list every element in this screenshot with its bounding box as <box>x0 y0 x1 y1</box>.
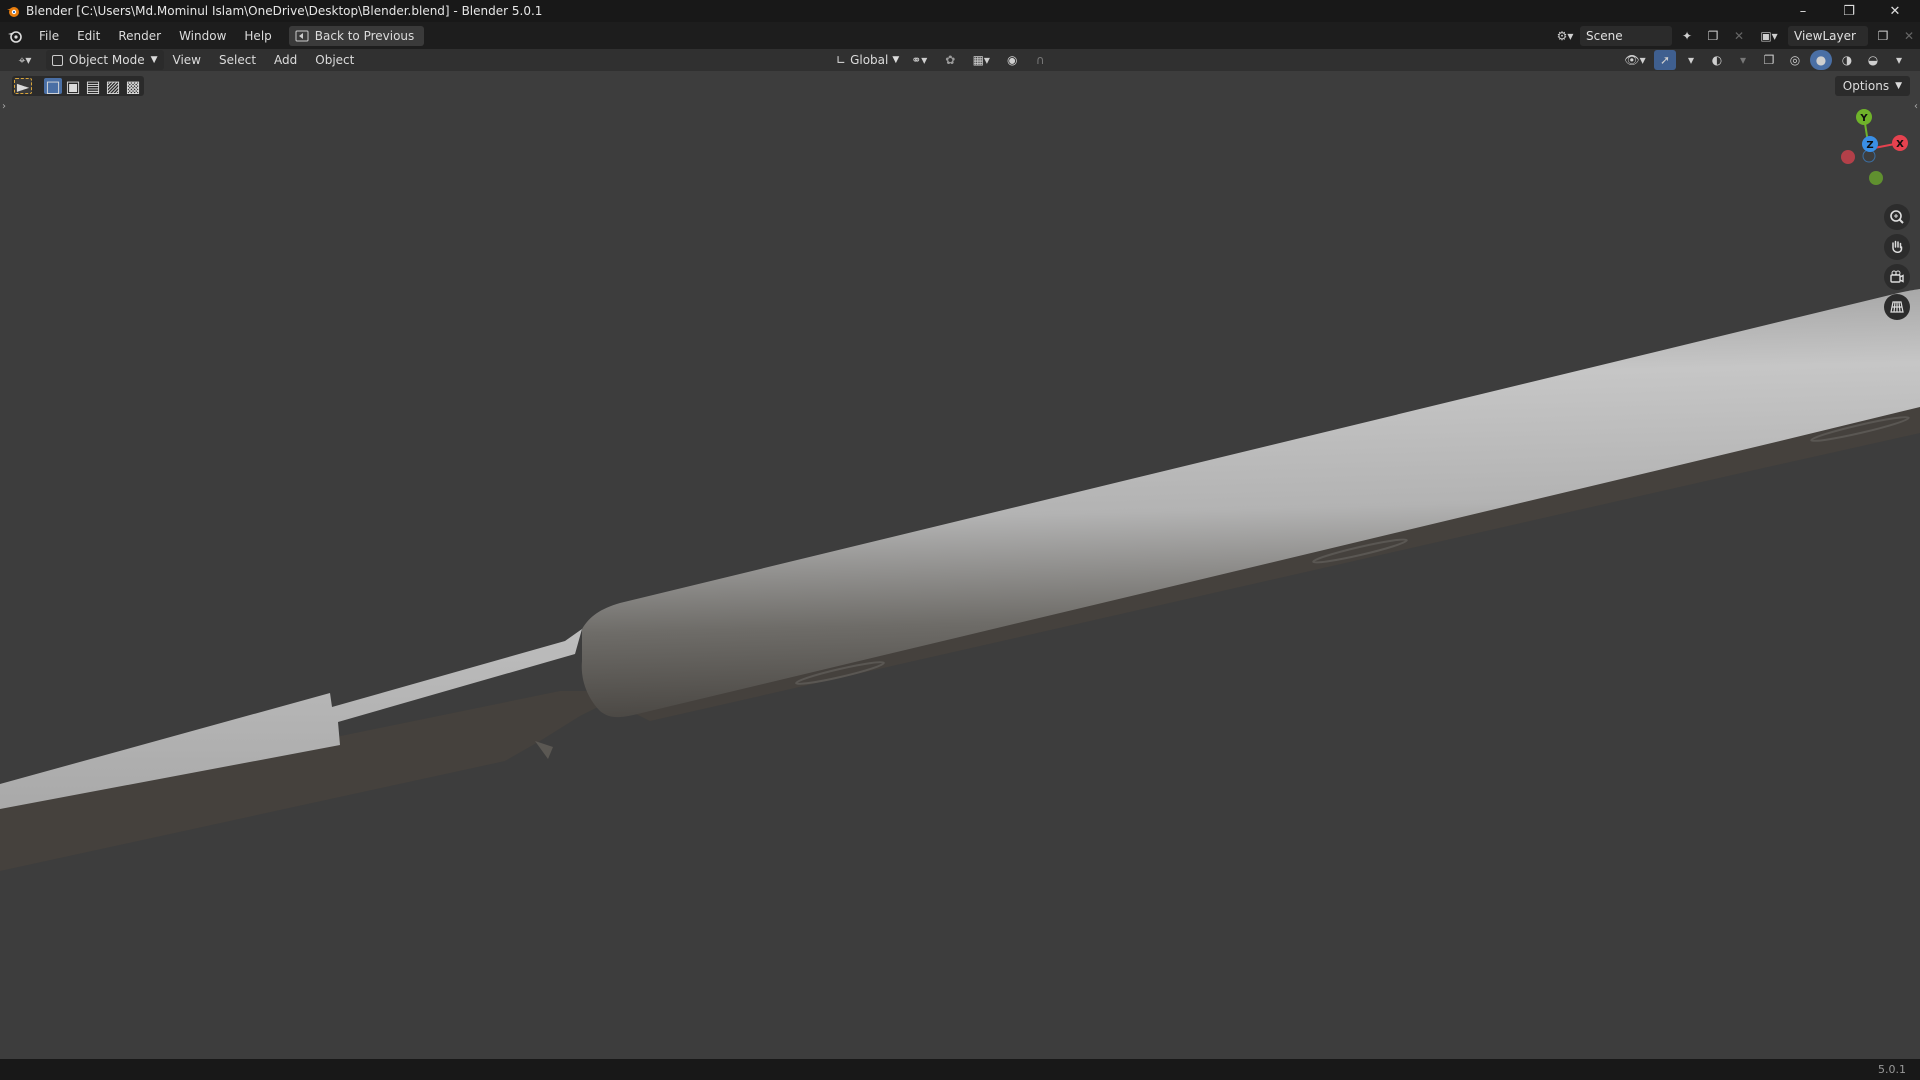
top-menu-bar: File Edit Render Window Help Back to Pre… <box>0 22 1920 49</box>
snap-target-icon[interactable]: ▦▾ <box>967 50 995 70</box>
new-scene-icon[interactable]: ❐ <box>1702 26 1724 46</box>
overlays-icon[interactable]: ◐ <box>1706 50 1728 70</box>
menu-help[interactable]: Help <box>235 29 280 43</box>
select-extend-icon[interactable]: ▣ <box>64 77 82 96</box>
scene-name-field[interactable]: Scene <box>1580 25 1672 46</box>
close-icon[interactable]: ✕ <box>1872 0 1918 22</box>
minimize-icon[interactable]: – <box>1780 0 1826 22</box>
restore-icon[interactable]: ❐ <box>1826 0 1872 22</box>
blade-notch <box>535 741 553 759</box>
select-intersect-icon[interactable]: ▩ <box>124 77 142 96</box>
view-layer-name: ViewLayer <box>1794 28 1856 43</box>
material-preview-icon[interactable]: ◑ <box>1836 50 1858 70</box>
orientation-icon: ∟ <box>836 53 847 67</box>
select-cursor-icon[interactable]: ► <box>14 77 32 96</box>
visibility-eye-icon[interactable]: 👁▾ <box>1620 50 1650 70</box>
proportional-editing-icon[interactable]: ◉ <box>1001 50 1023 70</box>
view-layer-browse-icon[interactable]: ▣▾ <box>1754 26 1784 46</box>
version-label: 5.0.1 <box>1878 1063 1906 1076</box>
chevron-down-icon: ▼ <box>150 55 158 65</box>
3d-viewport[interactable]: ► □ ▣ ▤ ▨ ▩ Options ▼ › ‹ Y X Z <box>0 71 1920 1059</box>
camera-view-icon[interactable] <box>1884 264 1910 290</box>
screen-back-icon <box>295 30 309 41</box>
zoom-icon[interactable] <box>1884 204 1910 230</box>
gizmo-toggle-icon[interactable]: ➚ <box>1654 50 1676 70</box>
gizmo-neg-x[interactable] <box>1841 150 1855 164</box>
options-label: Options <box>1842 79 1890 93</box>
object-mode-icon <box>52 54 63 66</box>
select-tool-strip: ► □ ▣ ▤ ▨ ▩ <box>12 76 144 96</box>
gizmo-neg-y[interactable] <box>1869 171 1883 185</box>
object-mode-dropdown[interactable]: Object Mode ▼ <box>46 50 164 70</box>
delete-scene-icon[interactable]: ✕ <box>1728 26 1750 46</box>
chevron-down-icon: ▼ <box>892 55 900 65</box>
navigation-gizmo[interactable]: Y X Z <box>1822 103 1912 193</box>
scene-name: Scene <box>1586 28 1623 43</box>
menu-object[interactable]: Object <box>306 53 363 67</box>
menu-select[interactable]: Select <box>210 53 265 67</box>
menu-edit[interactable]: Edit <box>68 29 109 43</box>
overlays-dropdown-icon[interactable]: ▾ <box>1732 50 1754 70</box>
viewport-scene <box>0 289 1920 871</box>
rendered-shading-icon[interactable]: ◒ <box>1862 50 1884 70</box>
blender-menu-icon[interactable] <box>0 29 30 43</box>
back-to-previous-button[interactable]: Back to Previous <box>288 25 425 46</box>
select-subtract-icon[interactable]: ▤ <box>84 77 102 96</box>
menu-window[interactable]: Window <box>170 29 235 43</box>
pivot-point-icon[interactable]: ⚭▾ <box>905 50 933 70</box>
xray-toggle-icon[interactable]: ❐ <box>1758 50 1780 70</box>
chevron-down-icon: ▼ <box>1895 81 1902 91</box>
scene-browse-icon[interactable]: ⚙▾ <box>1554 26 1576 46</box>
shading-dropdown-icon[interactable]: ▾ <box>1888 50 1910 70</box>
handle-tube <box>581 289 1920 718</box>
gizmo-dropdown-icon[interactable]: ▾ <box>1680 50 1702 70</box>
menu-render[interactable]: Render <box>109 29 170 43</box>
select-invert-icon[interactable]: ▨ <box>104 77 122 96</box>
menu-file[interactable]: File <box>30 29 68 43</box>
delete-view-layer-icon[interactable]: ✕ <box>1898 26 1920 46</box>
view-layer-field[interactable]: ViewLayer <box>1788 25 1868 46</box>
snap-toggle-icon[interactable]: ✿ <box>939 50 961 70</box>
viewport-header: ⌖▾ Object Mode ▼ View Select Add Object … <box>0 49 1920 71</box>
status-bar: 5.0.1 <box>0 1059 1920 1080</box>
gizmo-y-label: Y <box>1859 113 1868 124</box>
back-to-previous-label: Back to Previous <box>314 28 415 43</box>
perspective-grid-icon[interactable] <box>1884 294 1910 320</box>
falloff-icon[interactable]: ∩ <box>1029 50 1051 70</box>
title-bar: Blender [C:\Users\Md.Mominul Islam\OneDr… <box>0 0 1920 22</box>
transform-orientation-dropdown[interactable]: ∟ Global ▼ <box>836 53 899 67</box>
options-dropdown[interactable]: Options ▼ <box>1834 76 1910 96</box>
gizmo-z-label: Z <box>1866 140 1873 151</box>
menu-view[interactable]: View <box>164 53 210 67</box>
editor-type-icon[interactable]: ⌖▾ <box>8 50 42 70</box>
sidebar-expand-arrow[interactable]: ‹ <box>1914 101 1918 112</box>
blender-logo-icon <box>7 7 19 17</box>
solid-shading-icon[interactable]: ● <box>1810 50 1832 70</box>
pan-hand-icon[interactable] <box>1884 234 1910 260</box>
transform-orientation-label: Global <box>850 53 889 67</box>
new-view-layer-icon[interactable]: ❐ <box>1872 26 1894 46</box>
select-new-icon[interactable]: □ <box>44 77 62 96</box>
window-title: Blender [C:\Users\Md.Mominul Islam\OneDr… <box>26 4 543 18</box>
pin-icon[interactable]: ✦ <box>1676 26 1698 46</box>
wireframe-shading-icon[interactable]: ◎ <box>1784 50 1806 70</box>
object-mode-label: Object Mode <box>69 53 145 67</box>
toolbar-expand-arrow[interactable]: › <box>2 101 6 112</box>
menu-add[interactable]: Add <box>265 53 306 67</box>
gizmo-x-label: X <box>1896 139 1904 150</box>
